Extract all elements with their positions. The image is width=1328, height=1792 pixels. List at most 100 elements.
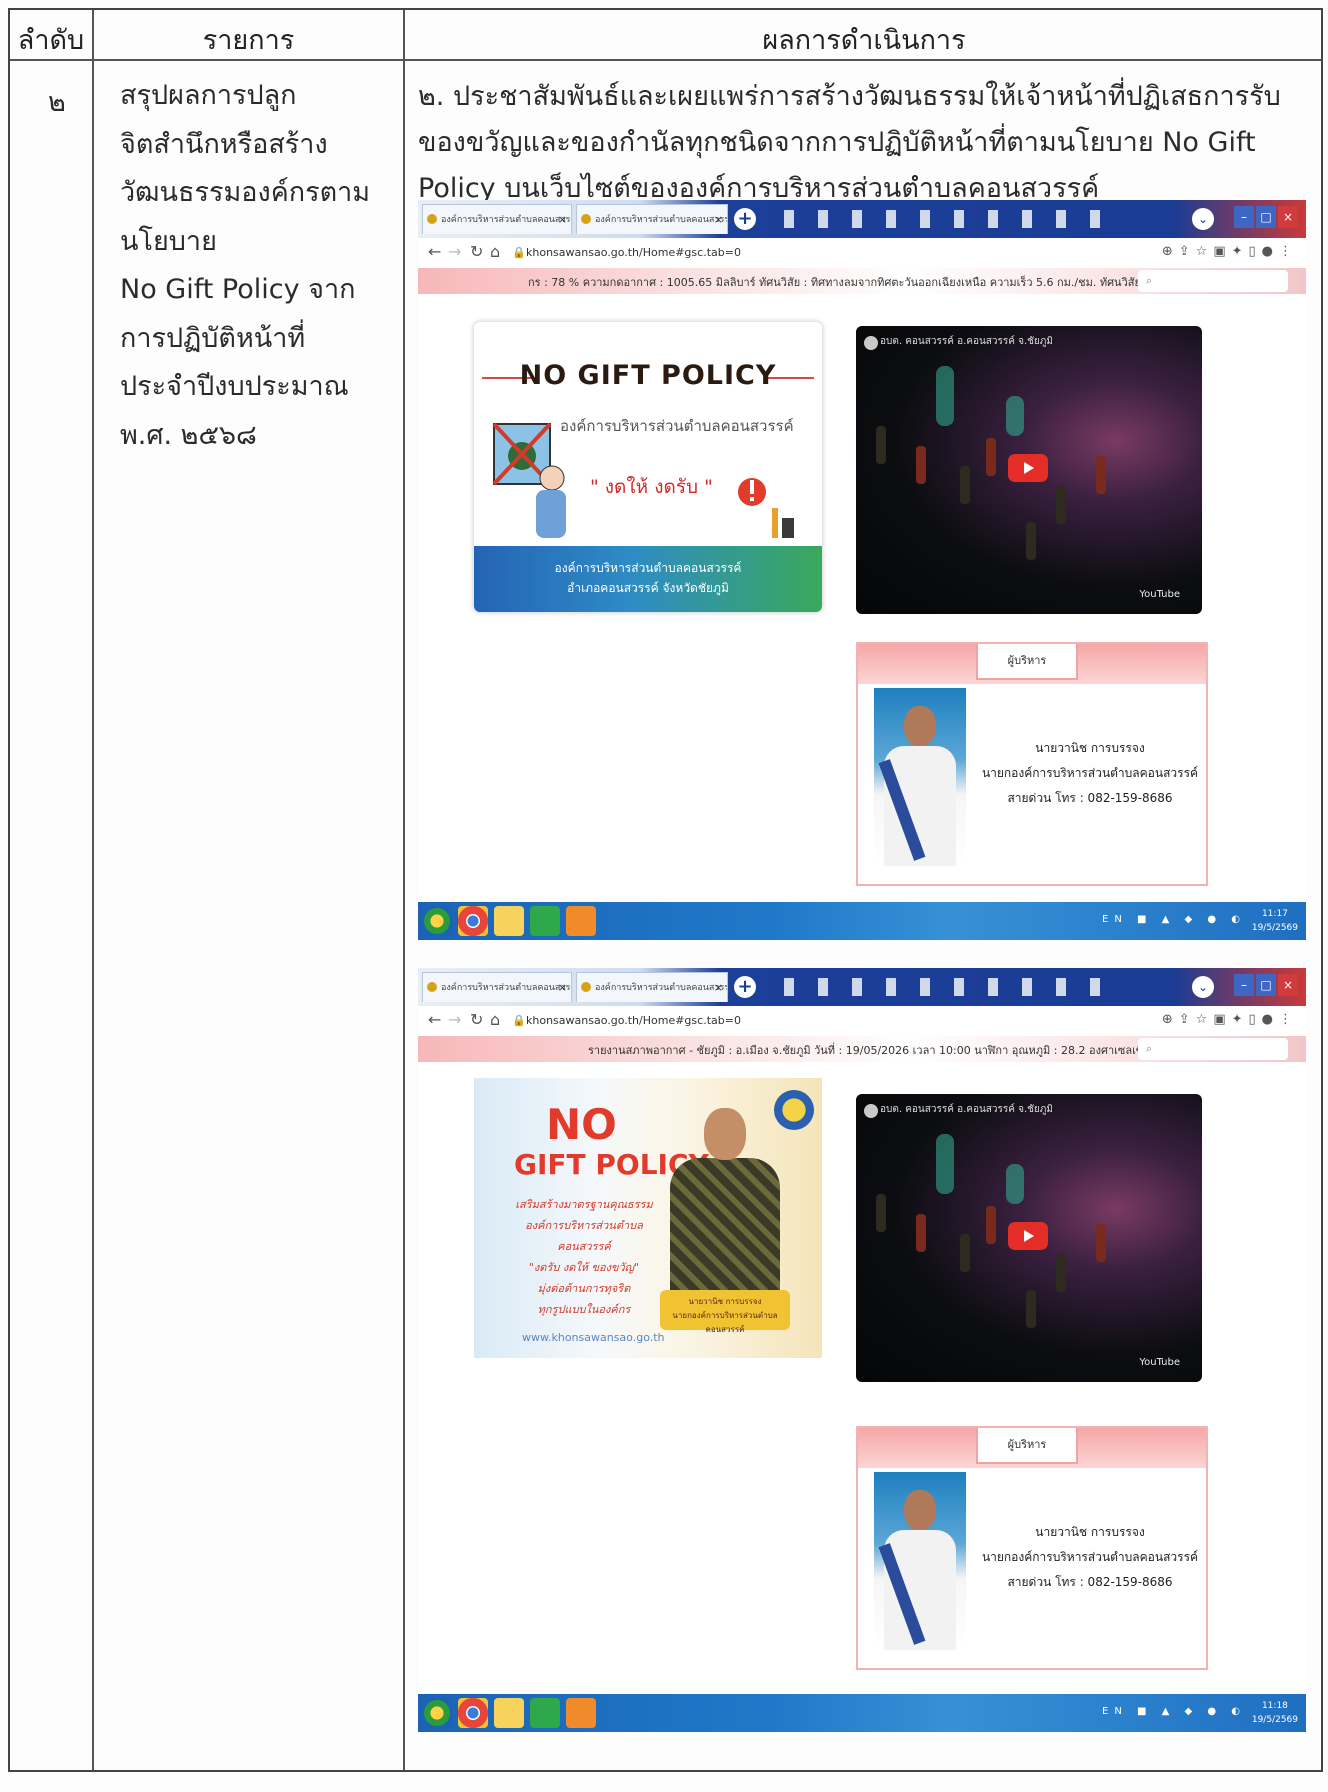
banner-quote: " งดให้ งดรับ " [590, 476, 713, 498]
reload-icon[interactable]: ↻ [470, 242, 483, 261]
search-input[interactable]: ⌕ [1138, 1038, 1288, 1060]
executive-card: ผู้บริหาร นายวานิช การบรรจง นายกองค์การบ… [856, 642, 1208, 886]
system-tray[interactable]: EN ■ ▲ ◆ ● ◐ [1102, 914, 1246, 925]
website-screenshot-2: องค์การบริหารส่วนตำบลคอนสวรรค์ × องค์การ… [418, 968, 1306, 1732]
browser-tab[interactable]: องค์การบริหารส่วนตำบลคอนสวรรค์ × [422, 204, 572, 234]
taskbar-clock[interactable]: 11:17 19/5/2569 [1252, 907, 1298, 935]
item-line: พ.ศ. ๒๕๖๘ [120, 419, 257, 451]
browser-tab[interactable]: องค์การบริหารส่วนตำบลคอนสวรรค์ × [422, 972, 572, 1002]
address-bar: ← → ↻ ⌂ 🔒 khonsawansao.go.th/Home#gsc.ta… [418, 238, 1306, 269]
site-favicon-icon [581, 214, 591, 224]
executive-position: นายกองค์การบริหารส่วนตำบลคอนสวรรค์ [981, 766, 1199, 780]
app-icon[interactable] [566, 906, 596, 936]
tab-title: องค์การบริหารส่วนตำบลคอนสวรรค์ [441, 983, 572, 993]
lock-icon: 🔒 [512, 1014, 526, 1027]
browser-toolbar-icons[interactable]: ⊕⇪☆▣✦▯●⋮ [1162, 1012, 1298, 1027]
plate-name: นายวานิช การบรรจง [688, 1297, 762, 1306]
maximize-icon[interactable]: □ [1256, 206, 1276, 228]
play-icon[interactable] [1008, 1222, 1048, 1250]
address-bar: ← → ↻ ⌂ 🔒 khonsawansao.go.th/Home#gsc.ta… [418, 1006, 1306, 1037]
new-tab-icon[interactable]: + [734, 976, 756, 998]
banner-footer-line: องค์การบริหารส่วนตำบลคอนสวรรค์ [554, 561, 742, 575]
site-favicon-icon [427, 214, 437, 224]
youtube-logo[interactable]: YouTube [1139, 589, 1180, 600]
line-icon[interactable] [530, 1698, 560, 1728]
ticker-text: กร : 78 % ความกดอากาศ : 1005.65 มิลลิบาร… [528, 276, 1223, 289]
banner-title: NO GIFT POLICY [519, 360, 777, 391]
item-description: สรุปผลการปลูก จิตสำนึกหรือสร้าง วัฒนธรรม… [120, 72, 410, 460]
folder-icon[interactable] [494, 906, 524, 936]
close-tab-icon[interactable]: × [714, 973, 723, 1002]
close-window-icon[interactable]: × [1278, 974, 1298, 996]
youtube-logo[interactable]: YouTube [1139, 1357, 1180, 1368]
home-icon[interactable]: ⌂ [490, 242, 500, 261]
minimize-icon[interactable]: – [1234, 206, 1254, 228]
taskbar-clock[interactable]: 11:18 19/5/2569 [1252, 1699, 1298, 1727]
forward-arrow-icon[interactable]: → [448, 242, 461, 261]
url-text[interactable]: khonsawansao.go.th/Home#gsc.tab=0 [526, 246, 741, 259]
clock-time: 11:17 [1261, 909, 1288, 919]
poster-slogan-line: เสริมสร้างมาตรฐานคุณธรรม [515, 1198, 653, 1211]
new-tab-icon[interactable]: + [734, 208, 756, 230]
close-tab-icon[interactable]: × [558, 205, 567, 234]
browser-tab-bar: องค์การบริหารส่วนตำบลคอนสวรรค์ × องค์การ… [418, 968, 1306, 1006]
back-arrow-icon[interactable]: ← [428, 1010, 441, 1029]
executive-heading: ผู้บริหาร [976, 644, 1078, 680]
tab-search-icon[interactable]: ⌄ [1192, 976, 1214, 998]
search-input[interactable]: ⌕ [1138, 270, 1288, 292]
browser-tab[interactable]: องค์การบริหารส่วนตำบลคอนสวรรค์ × [576, 972, 728, 1002]
site-favicon-icon [427, 982, 437, 992]
site-favicon-icon [581, 982, 591, 992]
item-line: การปฏิบัติหน้าที่ [120, 322, 306, 354]
back-arrow-icon[interactable]: ← [428, 242, 441, 261]
executive-hotline: สายด่วน โทร : 082-159-8686 [1007, 1575, 1173, 1589]
browser-toolbar-icons[interactable]: ⊕⇪☆▣✦▯●⋮ [1162, 244, 1298, 259]
plate-position: นายกองค์การบริหารส่วนตำบลคอนสวรรค์ [672, 1311, 778, 1334]
browser-tab[interactable]: องค์การบริหารส่วนตำบลคอนสวรรค์ × [576, 204, 728, 234]
item-line: สรุปผลการปลูก [120, 80, 297, 111]
no-gift-policy-poster[interactable]: NO GIFT POLICY เสริมสร้างมาตรฐานคุณธรรม … [474, 1078, 822, 1358]
chrome-icon[interactable] [458, 1698, 488, 1728]
windows-taskbar: EN ■ ▲ ◆ ● ◐ 11:17 19/5/2569 [418, 902, 1306, 940]
executive-photo [874, 688, 966, 866]
result-line: ๒. ประชาสัมพันธ์และเผยแพร่การสร้างวัฒนธร… [418, 81, 1281, 112]
app-icon[interactable] [566, 1698, 596, 1728]
item-line: วัฒนธรรมองค์กรตาม [120, 177, 371, 208]
banner-footer-line: อำเภอคอนสวรรค์ จังหวัดชัยภูมิ [567, 581, 729, 595]
close-tab-icon[interactable]: × [558, 973, 567, 1002]
url-text[interactable]: khonsawansao.go.th/Home#gsc.tab=0 [526, 1014, 741, 1027]
home-icon[interactable]: ⌂ [490, 1010, 500, 1029]
folder-icon[interactable] [494, 1698, 524, 1728]
close-window-icon[interactable]: × [1278, 206, 1298, 228]
line-icon[interactable] [530, 906, 560, 936]
poster-name-plate: นายวานิช การบรรจง นายกองค์การบริหารส่วนต… [660, 1290, 790, 1334]
no-gift-policy-banner[interactable]: NO GIFT POLICY องค์การบริหารส่วนตำบลคอนส… [474, 322, 822, 612]
tab-search-icon[interactable]: ⌄ [1192, 208, 1214, 230]
video-channel-title: อบต. คอนสวรรค์ อ.คอนสวรรค์ จ.ชัยภูมิ [880, 1104, 1053, 1115]
channel-avatar [864, 1104, 878, 1118]
start-icon[interactable] [422, 1698, 452, 1728]
poster-slogan-line: "งดรับ งดให้ ของขวัญ" [528, 1261, 640, 1274]
maximize-icon[interactable]: □ [1256, 974, 1276, 996]
executive-heading: ผู้บริหาร [976, 1428, 1078, 1464]
video-player[interactable]: อบต. คอนสวรรค์ อ.คอนสวรรค์ จ.ชัยภูมิ You… [856, 1094, 1202, 1382]
close-tab-icon[interactable]: × [714, 205, 723, 234]
reload-icon[interactable]: ↻ [470, 1010, 483, 1029]
language-indicator: EN [1102, 914, 1128, 925]
executive-info: นายวานิช การบรรจง นายกองค์การบริหารส่วนต… [980, 736, 1200, 811]
poster-slogan: เสริมสร้างมาตรฐานคุณธรรม องค์การบริหารส่… [504, 1194, 664, 1320]
poster-url: www.khonsawansao.go.th [522, 1331, 665, 1344]
result-description: ๒. ประชาสัมพันธ์และเผยแพร่การสร้างวัฒนธร… [418, 74, 1318, 212]
system-tray[interactable]: EN ■ ▲ ◆ ● ◐ [1102, 1706, 1246, 1717]
chrome-icon[interactable] [458, 906, 488, 936]
video-player[interactable]: อบต. คอนสวรรค์ อ.คอนสวรรค์ จ.ชัยภูมิ You… [856, 326, 1202, 614]
item-line: จิตสำนึกหรือสร้าง [120, 128, 328, 160]
minimize-icon[interactable]: – [1234, 974, 1254, 996]
forward-arrow-icon[interactable]: → [448, 1010, 461, 1029]
start-icon[interactable] [422, 906, 452, 936]
tab-title: องค์การบริหารส่วนตำบลคอนสวรรค์ [595, 215, 728, 225]
header-result: ผลการดำเนินการ [762, 25, 966, 56]
header-item: รายการ [202, 25, 295, 56]
play-icon[interactable] [1008, 454, 1048, 482]
weather-ticker: รายงานสภาพอากาศ - ชัยภูมิ : อ.เมือง จ.ชั… [418, 1036, 1306, 1062]
